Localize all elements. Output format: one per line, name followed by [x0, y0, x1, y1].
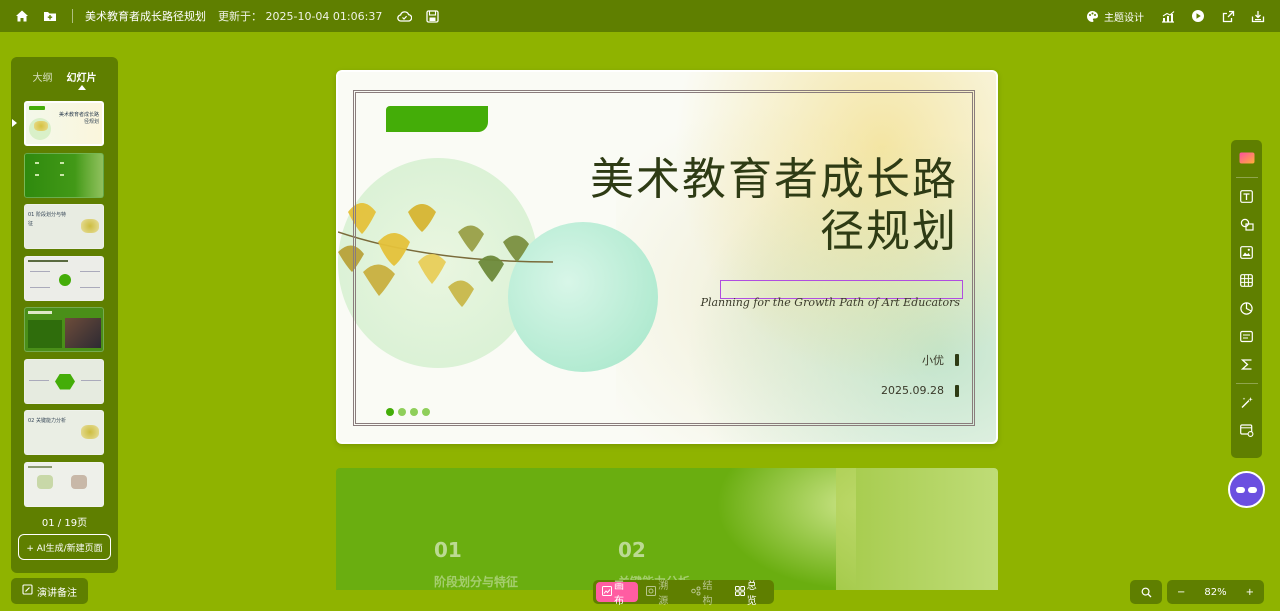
slide-thumbnail-5[interactable]: [24, 307, 104, 352]
ginkgo-background-image: [836, 468, 998, 590]
thumbnail-title: 01 阶段划分与特征: [28, 212, 66, 227]
slide-thumbnail-3[interactable]: 01 阶段划分与特征: [24, 204, 104, 249]
section-number: 02: [618, 538, 646, 562]
view-canvas-label: 画布: [614, 581, 624, 607]
top-bar: 美术教育者成长路径规划 更新于： 2025-10-04 01:06:37 主题设…: [0, 0, 1280, 32]
decorative-shape: [716, 468, 856, 590]
decorative-frame: [353, 90, 975, 426]
save-icon[interactable]: [424, 8, 440, 24]
text-box-icon[interactable]: [1237, 186, 1257, 206]
section-number: 01: [434, 538, 462, 562]
download-icon[interactable]: [1250, 8, 1266, 24]
page-count: 01 / 19页: [41, 518, 88, 529]
view-source-button[interactable]: 溯源: [640, 581, 682, 607]
slide-thumbnail-2[interactable]: [24, 152, 104, 198]
chart-icon[interactable]: [1160, 8, 1176, 24]
section-label: 阶段划分与特征: [434, 575, 519, 589]
search-icon: [1141, 583, 1152, 602]
slide-thumbnail-4[interactable]: [24, 255, 104, 301]
new-folder-icon[interactable]: [42, 8, 58, 24]
edit-note-icon: [22, 584, 33, 598]
thumbnail-title: 02 关键能力分析: [28, 418, 66, 424]
slide-title[interactable]: 美术教育者成长路径规划: [558, 154, 958, 258]
view-overview-button[interactable]: 总览: [729, 581, 771, 607]
slide-thumbnail-1[interactable]: 美术教育者成长路径规划: [24, 101, 104, 146]
play-icon[interactable]: [1190, 8, 1206, 24]
view-structure-label: 结构: [702, 581, 713, 607]
slide-thumbnail-7[interactable]: 02 关键能力分析: [24, 410, 104, 455]
theme-design-label: 主题设计: [1104, 12, 1144, 24]
tab-outline[interactable]: 大纲: [33, 69, 53, 84]
divider: [1235, 177, 1258, 178]
assistant-eye-icon: [1236, 486, 1245, 493]
palette-icon: [1084, 8, 1100, 24]
share-icon[interactable]: [1220, 8, 1236, 24]
table-icon[interactable]: [1237, 270, 1257, 290]
right-toolbar: [1231, 140, 1262, 458]
decorative-mark: [955, 385, 959, 397]
view-canvas-button[interactable]: 画布: [596, 581, 639, 607]
slide-canvas-2[interactable]: 01 阶段划分与特征 02 关键能力分析: [336, 468, 998, 590]
view-switcher: 画布 溯源 结构 总览: [593, 580, 774, 607]
divider: [72, 9, 73, 23]
canvas-icon: [602, 585, 612, 599]
cloud-sync-icon[interactable]: [396, 8, 412, 24]
decorative-mark: [955, 354, 959, 366]
zoom-in-button[interactable]: +: [1246, 587, 1254, 598]
panel-tabs: 大纲 幻灯片: [11, 57, 118, 90]
slide-thumbnails: 美术教育者成长路径规划 01 阶段划分与特征 02 关键能力分析: [24, 101, 104, 513]
media-icon[interactable]: [1237, 326, 1257, 346]
decorative-green-bar: [386, 106, 488, 132]
document-title[interactable]: 美术教育者成长路径规划: [85, 8, 206, 24]
structure-icon: [690, 586, 701, 599]
thumbnail-title: 美术教育者成长路径规划: [58, 112, 99, 125]
view-structure-button[interactable]: 结构: [685, 581, 727, 607]
speaker-notes-label: 演讲备注: [37, 587, 77, 599]
pie-chart-icon[interactable]: [1237, 298, 1257, 318]
slide-subtitle[interactable]: Planning for the Growth Path of Art Educ…: [700, 296, 960, 310]
slide-author[interactable]: 小优: [922, 352, 944, 368]
zoom-level[interactable]: 82%: [1204, 587, 1226, 598]
selected-slide-indicator: [12, 119, 17, 127]
updated-timestamp: 更新于： 2025-10-04 01:06:37: [218, 10, 383, 23]
speaker-notes-button[interactable]: 演讲备注: [11, 578, 88, 604]
home-icon[interactable]: [14, 8, 30, 24]
ai-assistant-button[interactable]: [1228, 471, 1265, 508]
slide-thumbnail-8[interactable]: [24, 461, 104, 507]
decorative-dots: [386, 408, 430, 416]
slide-thumbnail-6[interactable]: [24, 358, 104, 404]
formula-icon[interactable]: [1237, 354, 1257, 374]
source-icon: [646, 585, 657, 599]
zoom-controls: − 82% +: [1167, 580, 1264, 604]
divider: [1235, 383, 1258, 384]
shapes-icon[interactable]: [1237, 214, 1257, 234]
ai-new-page-button[interactable]: + AI生成/新建页面: [18, 534, 111, 560]
slide-date[interactable]: 2025.09.28: [881, 384, 944, 397]
topbar-actions: 主题设计: [1084, 8, 1266, 24]
tab-slides[interactable]: 幻灯片: [67, 69, 97, 90]
assistant-eye-icon: [1248, 486, 1257, 493]
view-source-label: 溯源: [658, 581, 669, 607]
theme-design-button[interactable]: 主题设计: [1084, 8, 1144, 24]
slide-settings-icon[interactable]: [1237, 420, 1257, 440]
slide-canvas[interactable]: 美术教育者成长路径规划 Planning for the Growth Path…: [336, 70, 998, 444]
view-overview-label: 总览: [746, 581, 757, 607]
slide-panel: 大纲 幻灯片 美术教育者成长路径规划 01 阶段划分与特征 02 关键能力分析 …: [11, 57, 118, 573]
magic-wand-icon[interactable]: [1237, 392, 1257, 412]
zoom-out-button[interactable]: −: [1177, 587, 1185, 598]
image-icon[interactable]: [1237, 242, 1257, 262]
search-button[interactable]: [1130, 580, 1162, 604]
grid-icon: [734, 585, 745, 599]
color-swatch-icon[interactable]: [1237, 148, 1257, 168]
